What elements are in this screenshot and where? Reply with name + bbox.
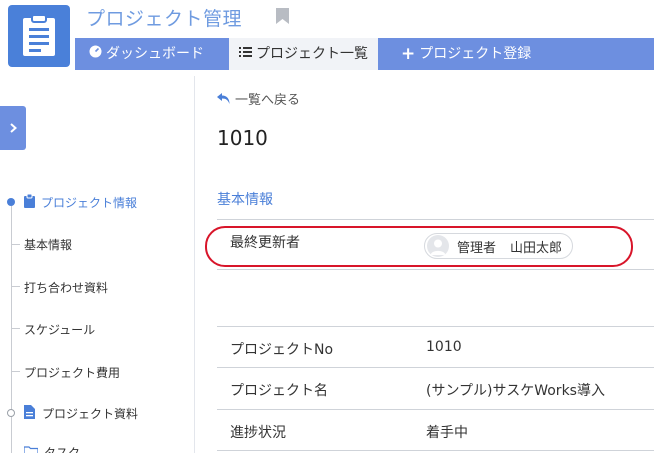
nav-dashboard[interactable]: ダッシュボード: [89, 38, 204, 70]
bookmark-icon[interactable]: [276, 8, 289, 24]
field-value-project-no: 1010: [426, 339, 462, 355]
sidebar-item-schedule[interactable]: スケジュール: [24, 321, 95, 338]
sidebar-tick: [12, 371, 20, 372]
field-label-project-name: プロジェクト名: [230, 383, 328, 399]
back-link-label: 一覧へ戻る: [235, 93, 301, 108]
nav-project-list[interactable]: プロジェクト一覧: [229, 38, 378, 70]
page-title: 1010: [217, 126, 268, 150]
divider: [217, 409, 654, 410]
dashboard-gauge-icon: [89, 38, 102, 70]
divider: [217, 326, 654, 327]
plus-icon: +: [401, 44, 416, 64]
sidebar-toggle-button[interactable]: [0, 106, 26, 150]
main-navbar: ダッシュボード プロジェクト一覧 + プロジェクト登録: [75, 38, 654, 70]
sidebar-item-basic-info[interactable]: 基本情報: [24, 236, 72, 253]
chevron-right-icon: [9, 123, 17, 133]
sidebar-tick: [12, 286, 20, 287]
sidebar-item-label: プロジェクト情報: [41, 196, 138, 210]
app-logo-icon[interactable]: [8, 5, 70, 67]
clipboard-icon: [24, 193, 35, 211]
document-icon: [24, 405, 35, 422]
sidebar-item-project-docs[interactable]: プロジェクト資料: [24, 405, 138, 422]
field-label-progress: 進捗状況: [230, 425, 286, 441]
field-value-progress: 着手中: [426, 425, 468, 441]
sidebar-item-task[interactable]: タスク: [23, 444, 81, 453]
divider: [217, 450, 654, 451]
list-icon: [239, 38, 252, 70]
field-value-project-name: (サンプル)サスケWorks導入: [426, 383, 605, 399]
sidebar-tick: [12, 328, 20, 329]
nav-project-register-label: プロジェクト登録: [419, 46, 532, 62]
field-label-project-no: プロジェクトNo: [230, 342, 334, 358]
divider: [217, 269, 654, 270]
app-title: プロジェクト管理: [86, 8, 243, 30]
sidebar-dot-active: [7, 198, 15, 206]
sidebar-item-label: タスク: [44, 446, 81, 453]
sidebar-tick: [12, 244, 20, 245]
sidebar-dot: [7, 409, 15, 417]
nav-project-list-label: プロジェクト一覧: [256, 46, 368, 62]
sidebar-divider: [194, 76, 195, 453]
sidebar-item-project-cost[interactable]: プロジェクト費用: [24, 364, 120, 381]
nav-dashboard-label: ダッシュボード: [106, 46, 204, 62]
back-to-list-link[interactable]: 一覧へ戻る: [217, 89, 300, 108]
section-title-basic-info: 基本情報: [217, 192, 273, 208]
nav-project-register[interactable]: + プロジェクト登録: [401, 38, 531, 70]
sidebar-item-label: プロジェクト資料: [42, 407, 139, 421]
folder-icon: [23, 445, 39, 453]
sidebar-item-project-info[interactable]: プロジェクト情報: [24, 193, 138, 211]
divider: [217, 219, 654, 220]
divider: [217, 367, 654, 368]
undo-arrow-icon: [217, 93, 230, 104]
sidebar-item-meeting-docs[interactable]: 打ち合わせ資料: [24, 279, 108, 296]
highlight-annotation: [205, 226, 633, 267]
